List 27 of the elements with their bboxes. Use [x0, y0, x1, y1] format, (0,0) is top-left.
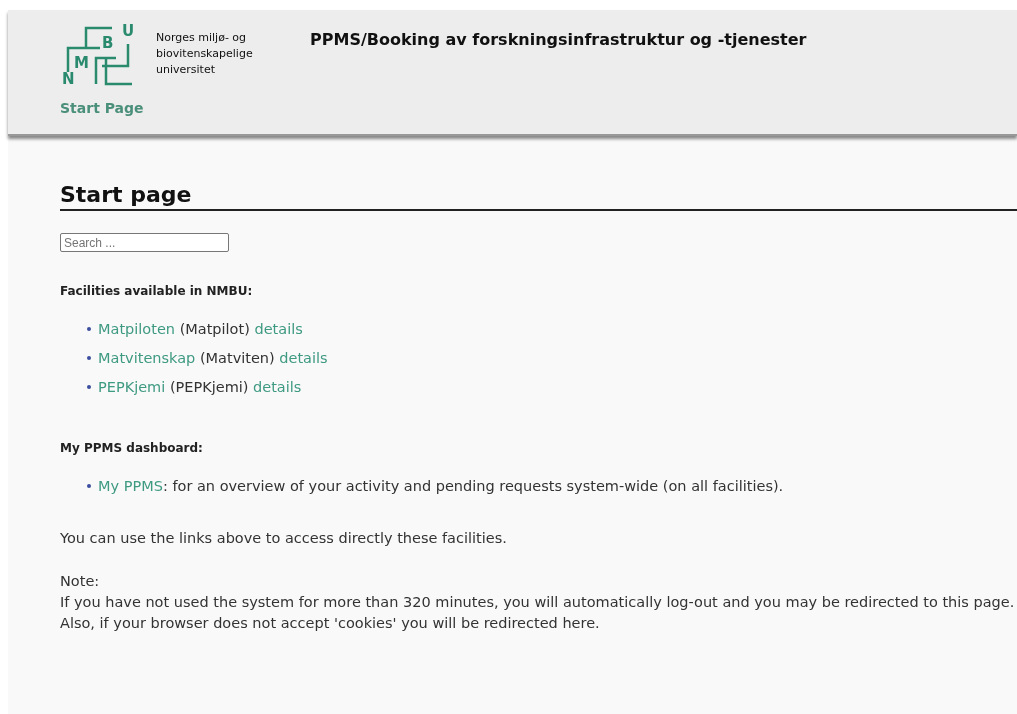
section-heading: My PPMS dashboard: [60, 441, 204, 455]
facility-link[interactable]: PEPKjemi [98, 378, 166, 395]
dashboard-entry: My PPMS: for an overview of your activity and pending requests system-wide (on all facilities). [98, 477, 784, 494]
note-text: Also, if your browser does not accept 'cookies' you will be redirected here. [60, 614, 601, 633]
details-link[interactable]: details [279, 349, 328, 366]
page-title: Start page [60, 182, 1017, 211]
search-field[interactable]: Search ... [60, 233, 229, 252]
bullet-icon [87, 326, 91, 331]
facility-link[interactable]: Matpiloten [98, 320, 175, 337]
facility-entry: PEPKjemi (PEPKjemi) details [98, 378, 302, 395]
dashboard-link[interactable]: My PPMS [98, 477, 163, 494]
details-link[interactable]: details [254, 320, 303, 337]
note-label: Note: [60, 572, 101, 591]
bullet-icon [87, 384, 91, 389]
university-logo: U B M N [60, 22, 140, 86]
institution-name: Norges miljø- og biovitenskapelige universitet [156, 30, 254, 78]
facility-entry: Matpiloten (Matpilot) details [98, 320, 303, 337]
bullet-icon [87, 483, 91, 488]
info-text: You can use the links above to access directly these facilities. [60, 529, 508, 548]
section-heading: Facilities available in NMBU: [60, 284, 254, 298]
facility-link[interactable]: Matvitenskap [98, 349, 196, 366]
facility-entry: Matvitenskap (Matviten) details [98, 349, 328, 366]
page-header-title: PPMS/Booking av forskningsinfrastruktur og -tjenester [310, 30, 807, 49]
note-text: If you have not used the system for more than 320 minutes, you will automatically log-out and you may be redirected to this page. [60, 593, 1016, 612]
bullet-icon [87, 355, 91, 360]
details-link[interactable]: details [253, 378, 302, 395]
nav-link[interactable]: Start Page [60, 100, 144, 116]
